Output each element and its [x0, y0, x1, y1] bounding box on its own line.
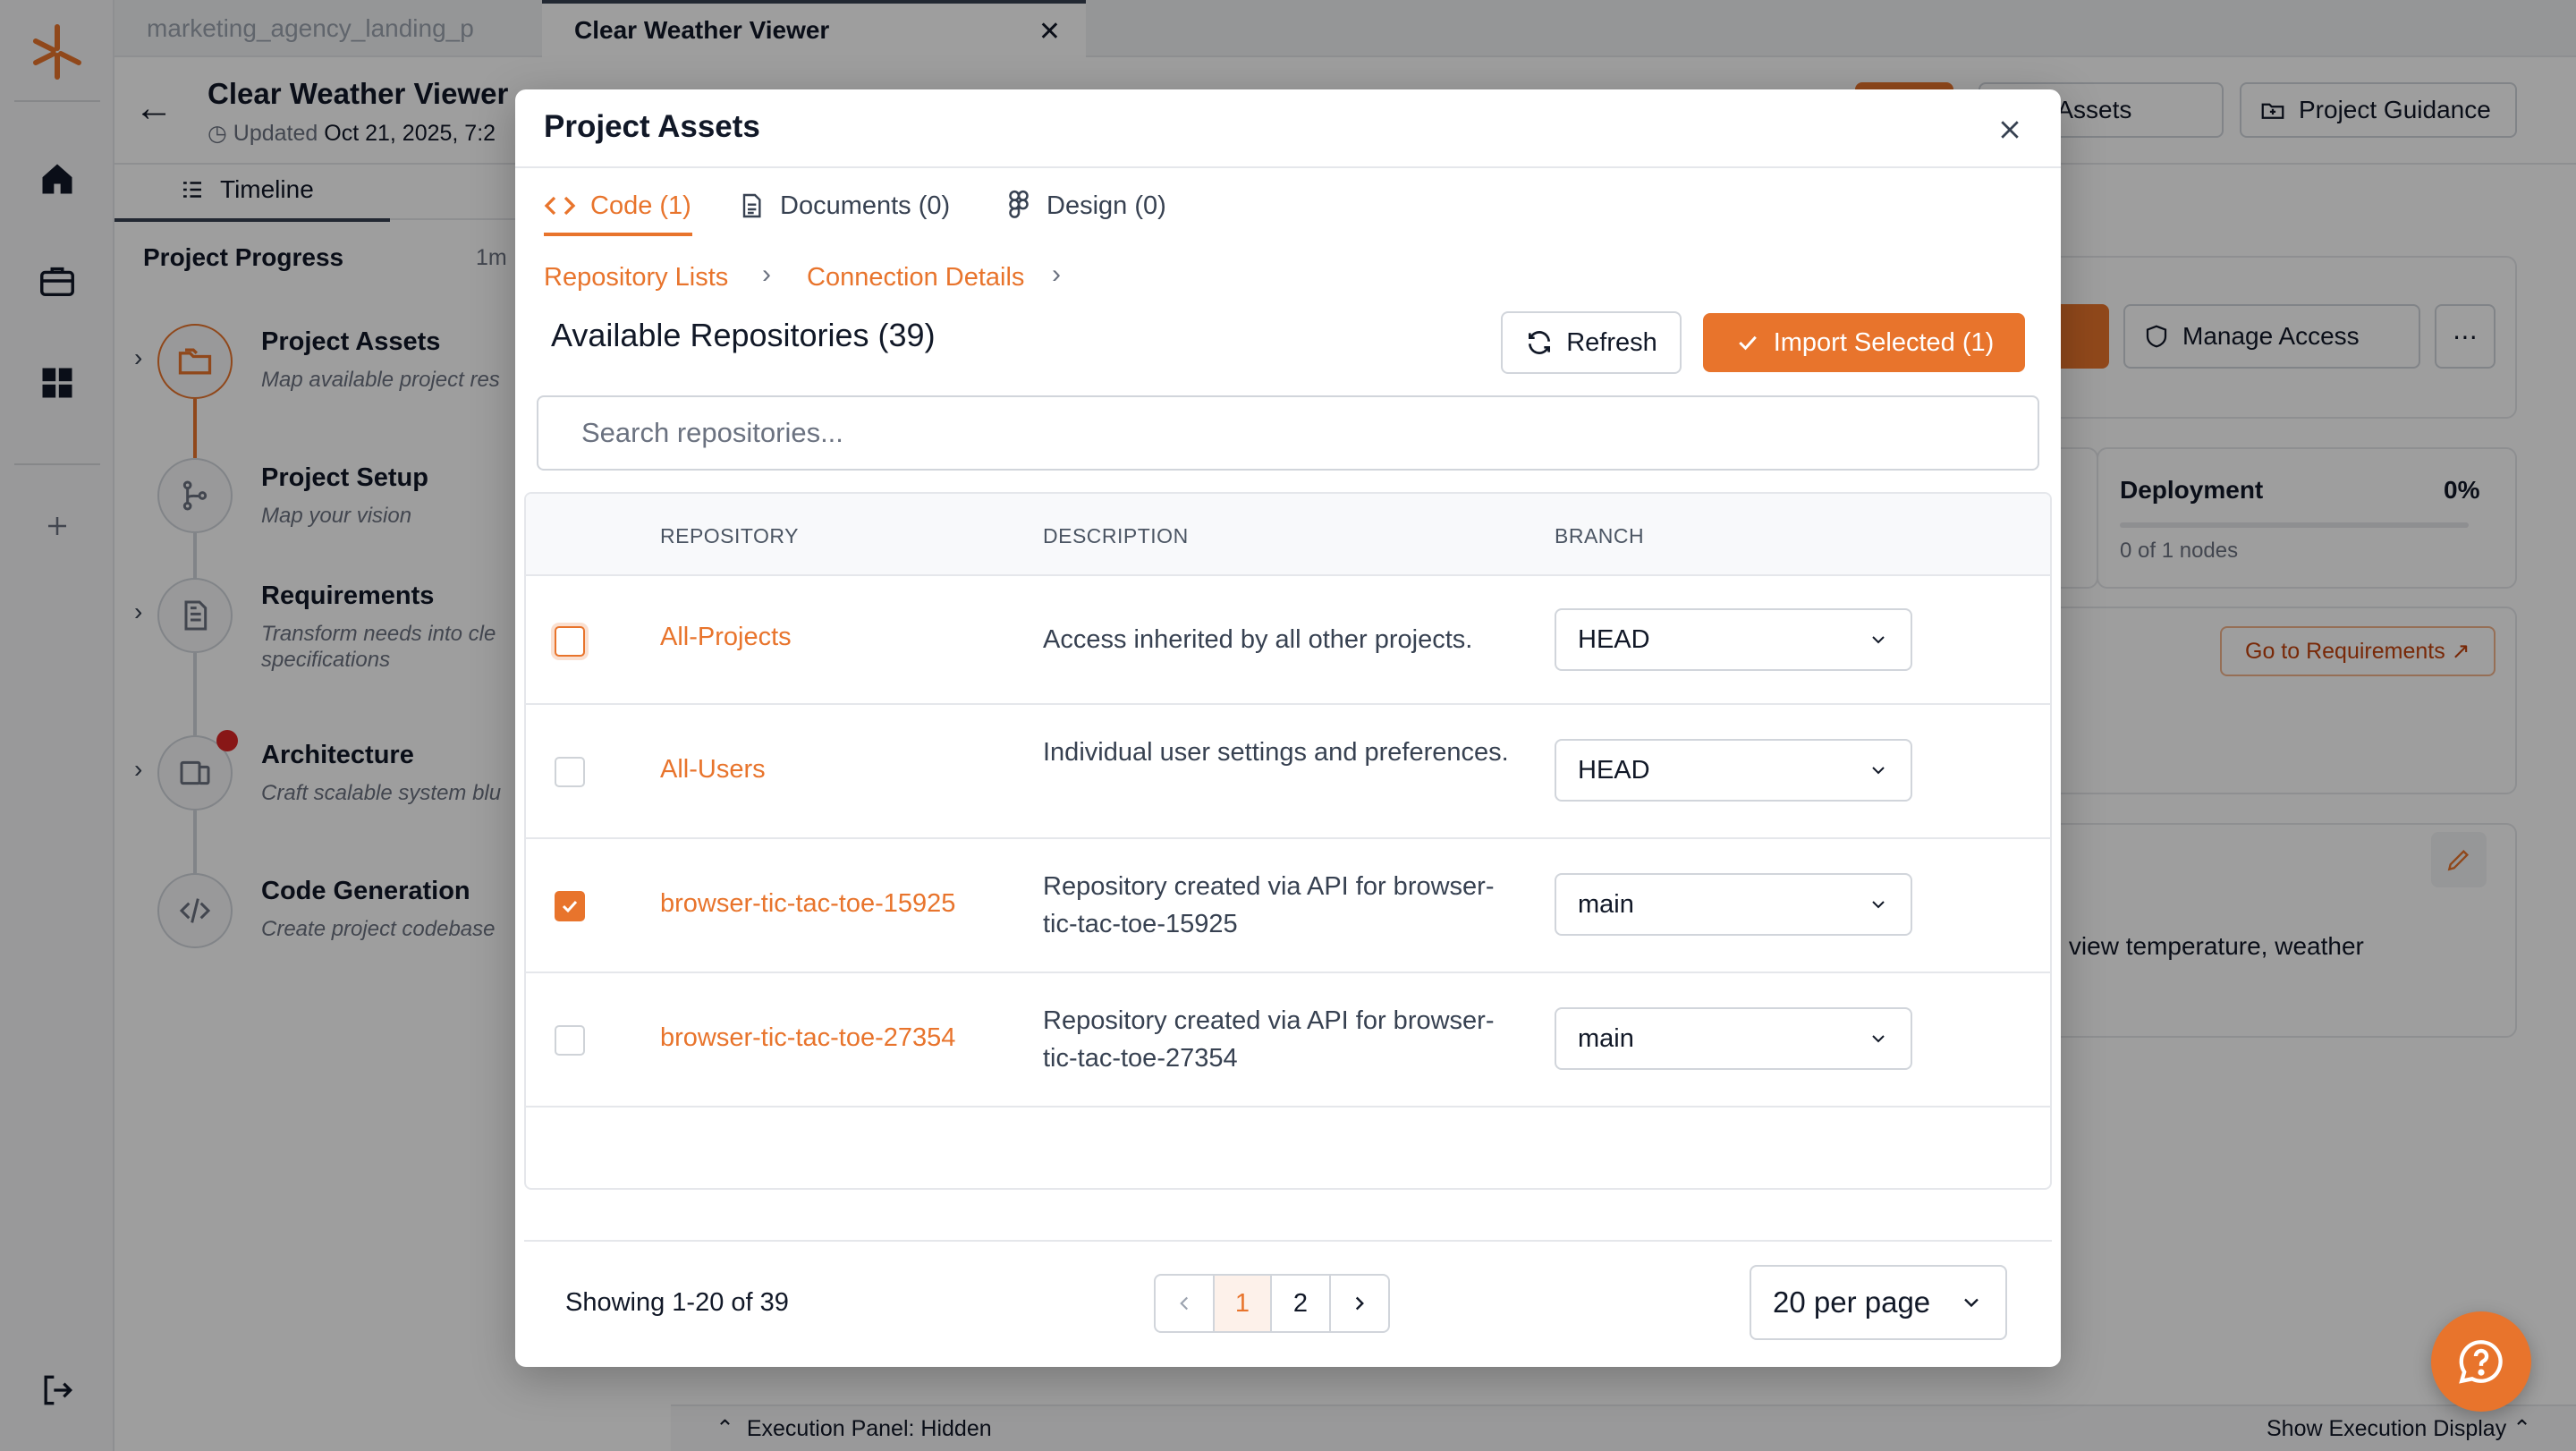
row-checkbox[interactable]: [555, 757, 585, 787]
search-input[interactable]: [537, 395, 2039, 471]
tab-code[interactable]: Code (1): [544, 184, 691, 227]
branch-select[interactable]: main: [1555, 873, 1912, 936]
tab-design-label: Design (0): [1046, 191, 1166, 220]
branch-select[interactable]: main: [1555, 1007, 1912, 1070]
page-1-button[interactable]: 1: [1213, 1274, 1272, 1333]
refresh-icon: [1529, 331, 1551, 354]
chevron-down-icon: [1872, 636, 1885, 644]
tab-design[interactable]: Design (0): [1005, 184, 1166, 227]
breadcrumb-repository-lists[interactable]: Repository Lists: [544, 263, 728, 293]
help-chat-icon: [2459, 1340, 2503, 1384]
branch-select[interactable]: HEAD: [1555, 739, 1912, 802]
chevron-left-icon: [1180, 1296, 1189, 1311]
previous-page-button[interactable]: [1154, 1274, 1215, 1333]
modal-title: Project Assets: [544, 109, 760, 144]
repository-description: Repository created via API for browser-t…: [1043, 1006, 1495, 1073]
repository-name[interactable]: browser-tic-tac-toe-27354: [660, 1023, 955, 1053]
column-header-repository: REPOSITORY: [660, 524, 799, 547]
chevron-down-icon: [1872, 767, 1885, 775]
tab-documents[interactable]: Documents (0): [737, 184, 950, 227]
table-row: All-Projects Access inherited by all oth…: [526, 576, 2050, 705]
table-row: All-Users Individual user settings and p…: [526, 705, 2050, 839]
check-icon: [1738, 335, 1757, 351]
branch-value: main: [1578, 1023, 1634, 1053]
per-page-value: 20 per page: [1773, 1286, 1931, 1319]
available-repositories-heading: Available Repositories (39): [551, 317, 936, 353]
branch-select[interactable]: HEAD: [1555, 608, 1912, 671]
row-checkbox[interactable]: [555, 891, 585, 921]
chevron-down-icon: [1872, 1035, 1885, 1043]
chevron-right-icon: ›: [1052, 259, 1061, 289]
figma-icon: [1009, 190, 1029, 218]
import-selected-button[interactable]: Import Selected (1): [1703, 313, 2025, 372]
repository-description: Individual user settings and preferences…: [1043, 738, 1509, 767]
chevron-right-icon: ›: [762, 259, 771, 289]
code-icon: [544, 196, 576, 216]
branch-value: HEAD: [1578, 624, 1650, 654]
modal-divider: [515, 166, 2061, 168]
table-header: REPOSITORY DESCRIPTION BRANCH: [526, 494, 2050, 576]
page-2-button[interactable]: 2: [1270, 1274, 1331, 1333]
row-checkbox[interactable]: [555, 1025, 585, 1056]
showing-count: Showing 1-20 of 39: [565, 1288, 789, 1317]
tab-code-label: Code (1): [590, 191, 691, 220]
project-assets-modal: Project Assets Code (1) Documents (0) De…: [515, 89, 2061, 1367]
branch-value: main: [1578, 889, 1634, 919]
column-header-description: DESCRIPTION: [1043, 524, 1189, 547]
per-page-select[interactable]: 20 per page: [1750, 1265, 2007, 1340]
footer-divider: [524, 1240, 2052, 1242]
refresh-button[interactable]: Refresh: [1501, 311, 1682, 374]
document-icon: [742, 193, 761, 218]
next-page-button[interactable]: [1329, 1274, 1390, 1333]
help-chat-button[interactable]: [2431, 1311, 2531, 1412]
table-row: browser-tic-tac-toe-27354 Repository cre…: [526, 973, 2050, 1107]
repositories-table: REPOSITORY DESCRIPTION BRANCH All-Projec…: [524, 492, 2052, 1190]
chevron-down-icon: [1872, 901, 1885, 909]
chevron-down-icon: [1964, 1298, 1979, 1308]
active-tab-underline: [544, 233, 692, 236]
repository-description: Access inherited by all other projects.: [1043, 625, 1473, 654]
repository-name[interactable]: All-Projects: [660, 623, 792, 652]
column-header-branch: BRANCH: [1555, 524, 1645, 547]
tab-documents-label: Documents (0): [780, 191, 951, 220]
repository-name[interactable]: All-Users: [660, 755, 766, 785]
import-selected-label: Import Selected (1): [1773, 327, 1995, 357]
check-icon: [562, 900, 578, 913]
repository-description: Repository created via API for browser-t…: [1043, 872, 1495, 938]
chevron-right-icon: [1355, 1296, 1364, 1311]
close-icon[interactable]: [1987, 107, 2032, 152]
breadcrumb-connection-details[interactable]: Connection Details: [807, 263, 1024, 293]
refresh-label: Refresh: [1566, 327, 1657, 357]
table-row: browser-tic-tac-toe-15925 Repository cre…: [526, 839, 2050, 973]
row-checkbox[interactable]: [555, 626, 585, 657]
branch-value: HEAD: [1578, 755, 1650, 785]
repository-name[interactable]: browser-tic-tac-toe-15925: [660, 889, 955, 919]
